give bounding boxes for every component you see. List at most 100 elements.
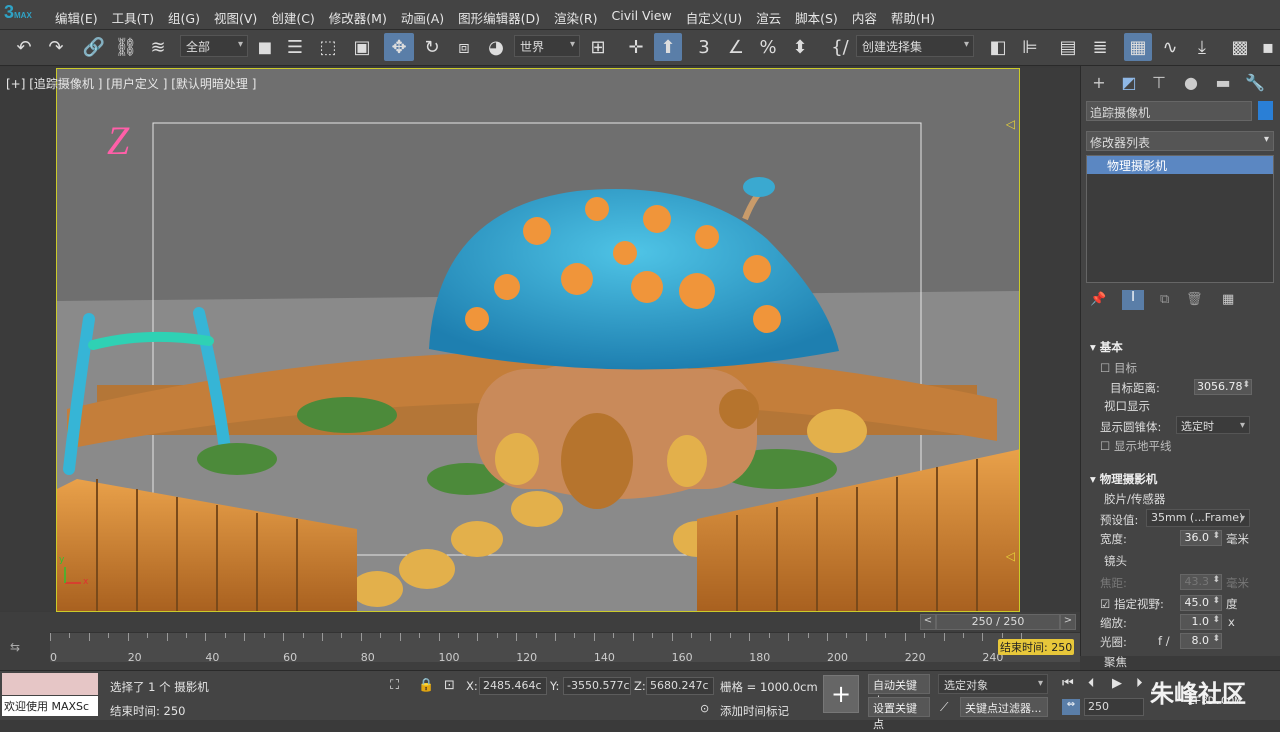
menu-item[interactable]: 工具(T) xyxy=(105,8,161,27)
redo-icon[interactable]: ↷ xyxy=(42,33,70,61)
select-by-name-icon[interactable]: ☰ xyxy=(282,33,308,61)
ribbon-icon[interactable]: ▦ xyxy=(1124,33,1152,61)
utilities-tab-icon[interactable]: 🔧 xyxy=(1241,70,1269,96)
menu-item[interactable]: 渲云 xyxy=(749,8,788,27)
current-frame-field[interactable]: 250 xyxy=(1084,698,1144,716)
key-selection-dropdown[interactable]: 选定对象 xyxy=(938,674,1048,694)
menu-item[interactable]: Civil View xyxy=(605,8,679,27)
menu-item[interactable]: 内容 xyxy=(845,8,884,27)
set-key-big-icon[interactable]: + xyxy=(823,675,859,713)
menu-item[interactable]: 组(G) xyxy=(161,8,207,27)
selection-filter-dropdown[interactable]: 全部 xyxy=(180,35,248,57)
menu-item[interactable]: 视图(V) xyxy=(207,8,264,27)
window-crossing-icon[interactable]: ▣ xyxy=(348,33,376,61)
menu-item[interactable]: 修改器(M) xyxy=(322,8,394,27)
scene-explorer-icon[interactable]: ▤ xyxy=(1054,33,1082,61)
spinner-snap-icon[interactable]: ⬍ xyxy=(786,33,814,61)
app-logo[interactable]: 3MAX xyxy=(4,2,44,28)
undo-icon[interactable]: ↶ xyxy=(10,33,38,61)
align-icon[interactable]: ⊫ xyxy=(1016,33,1044,61)
menu-item[interactable]: 动画(A) xyxy=(394,8,451,27)
named-selection-set-dropdown[interactable]: 创建选择集 xyxy=(856,35,974,57)
zoom-spinner[interactable]: 1.0 xyxy=(1180,614,1222,630)
rollout-basic[interactable]: ▾ 基本 xyxy=(1090,339,1123,355)
modifier-list-dropdown[interactable]: 修改器列表 xyxy=(1086,131,1274,151)
material-editor-icon[interactable]: ▩ xyxy=(1226,33,1254,61)
snaps-toggle-icon[interactable]: 3 xyxy=(690,33,718,61)
show-cone-dropdown[interactable]: 选定时 xyxy=(1176,416,1250,434)
selection-lock-icon[interactable]: 🔒 xyxy=(418,678,434,693)
key-mode-icon[interactable]: ⇔ xyxy=(1062,699,1080,715)
add-time-tag[interactable]: 添加时间标记 xyxy=(720,703,789,719)
modify-tab-icon[interactable]: ◩ xyxy=(1115,70,1143,96)
width-spinner[interactable]: 36.0 xyxy=(1180,530,1222,546)
angle-snap-icon[interactable]: ∠ xyxy=(722,33,750,61)
target-checkbox[interactable]: ☐ 目标 xyxy=(1100,360,1137,376)
object-name-field[interactable]: 追踪摄像机 xyxy=(1086,101,1252,121)
target-distance-spinner[interactable]: 3056.78 xyxy=(1194,379,1252,395)
menu-item[interactable]: 脚本(S) xyxy=(788,8,845,27)
bind-spacewarp-icon[interactable]: ≋ xyxy=(144,33,172,61)
pivot-center-icon[interactable]: ⊞ xyxy=(584,33,612,61)
z-coordinate-field[interactable]: 5680.247c xyxy=(646,677,714,695)
configure-sets-icon[interactable]: ▦ xyxy=(1222,292,1234,307)
maxscript-listener[interactable] xyxy=(2,673,98,695)
curve-editor-icon[interactable]: ∿ xyxy=(1156,33,1184,61)
placement-icon[interactable]: ◕ xyxy=(482,33,510,61)
select-rotate-icon[interactable]: ↻ xyxy=(418,33,446,61)
maxscript-mini-listener[interactable]: 欢迎使用 MAXSc xyxy=(2,696,98,716)
unlink-icon[interactable]: ⛓ xyxy=(112,33,140,61)
menu-item[interactable]: 自定义(U) xyxy=(679,8,749,27)
schematic-view-icon[interactable]: ⤓ xyxy=(1188,33,1216,61)
isolate-selection-icon[interactable]: ⛶ xyxy=(390,678,399,693)
rollout-physical-camera[interactable]: ▾ 物理摄影机 xyxy=(1090,471,1157,487)
show-end-result-icon[interactable]: I xyxy=(1122,290,1144,310)
rect-selection-icon[interactable]: ⬚ xyxy=(314,33,342,61)
aperture-spinner[interactable]: 8.0 xyxy=(1180,633,1222,649)
stack-item-physical-camera[interactable]: 物理摄影机 xyxy=(1087,156,1273,174)
mirror-icon[interactable]: ◧ xyxy=(984,33,1012,61)
select-move-icon[interactable]: ✥ xyxy=(384,33,414,61)
motion-tab-icon[interactable]: ● xyxy=(1177,70,1205,96)
menu-item[interactable]: 创建(C) xyxy=(264,8,321,27)
key-filters-button[interactable]: 关键点过滤器... xyxy=(960,697,1048,717)
time-next-icon[interactable]: > xyxy=(1060,614,1076,630)
select-scale-icon[interactable]: ⧈ xyxy=(450,33,478,61)
reference-coord-dropdown[interactable]: 世界 xyxy=(514,35,580,57)
goto-start-icon[interactable]: ⏮ xyxy=(1062,676,1074,691)
camera-viewport[interactable]: Z x y ◁ ◁ xyxy=(56,68,1020,612)
preset-dropdown[interactable]: 35mm (...Frame) xyxy=(1146,509,1250,527)
hierarchy-tab-icon[interactable]: ⊤ xyxy=(1145,70,1173,96)
default-tangents-icon[interactable]: ⟋ xyxy=(940,700,948,715)
absolute-mode-icon[interactable]: ⊡ xyxy=(444,678,455,693)
layer-explorer-icon[interactable]: ≣ xyxy=(1086,33,1114,61)
specify-fov-checkbox[interactable]: ☑ 指定视野: xyxy=(1100,596,1164,612)
auto-key-button[interactable]: 自动关键点 xyxy=(868,674,930,708)
pin-stack-icon[interactable]: 📌 xyxy=(1090,292,1106,307)
prev-frame-icon[interactable]: ⏴ xyxy=(1088,676,1095,691)
curve-editor-toggle-icon[interactable]: ⇆ xyxy=(10,640,20,654)
remove-modifier-icon[interactable]: 🗑 xyxy=(1186,292,1203,307)
viewport-collapse-arrow-icon[interactable]: ◁ xyxy=(1006,117,1015,131)
viewport-label[interactable]: [+] [追踪摄像机 ] [用户定义 ] [默认明暗处理 ] xyxy=(6,75,256,92)
render-setup-icon[interactable]: ▪ xyxy=(1258,33,1278,61)
x-coordinate-field[interactable]: 2485.464c xyxy=(479,677,547,695)
time-prev-icon[interactable]: < xyxy=(920,614,936,630)
keyboard-shortcut-icon[interactable]: ⬆ xyxy=(654,33,682,61)
select-object-icon[interactable]: ◼ xyxy=(252,33,278,61)
play-icon[interactable]: ▶ xyxy=(1112,676,1122,691)
menu-item[interactable]: 帮助(H) xyxy=(884,8,942,27)
track-bar[interactable]: 0 20 40 60 80 100 120 140 160 180 200 220 240 xyxy=(50,632,1080,664)
display-tab-icon[interactable]: ▬ xyxy=(1209,70,1237,96)
menu-item[interactable]: 编辑(E) xyxy=(48,8,105,27)
percent-snap-icon[interactable]: % xyxy=(754,33,782,61)
edit-named-sets-icon[interactable]: {/ xyxy=(826,33,854,61)
object-color-swatch[interactable] xyxy=(1258,101,1273,120)
fov-spinner[interactable]: 45.0 xyxy=(1180,595,1222,611)
viewport-collapse-arrow-bottom-icon[interactable]: ◁ xyxy=(1006,549,1015,563)
link-icon[interactable]: 🔗 xyxy=(80,33,108,61)
menu-item[interactable]: 图形编辑器(D) xyxy=(451,8,547,27)
create-tab-icon[interactable]: + xyxy=(1085,70,1113,96)
next-frame-icon[interactable]: ⏵ xyxy=(1136,676,1143,691)
set-key-button[interactable]: 设置关键点 xyxy=(868,697,930,731)
